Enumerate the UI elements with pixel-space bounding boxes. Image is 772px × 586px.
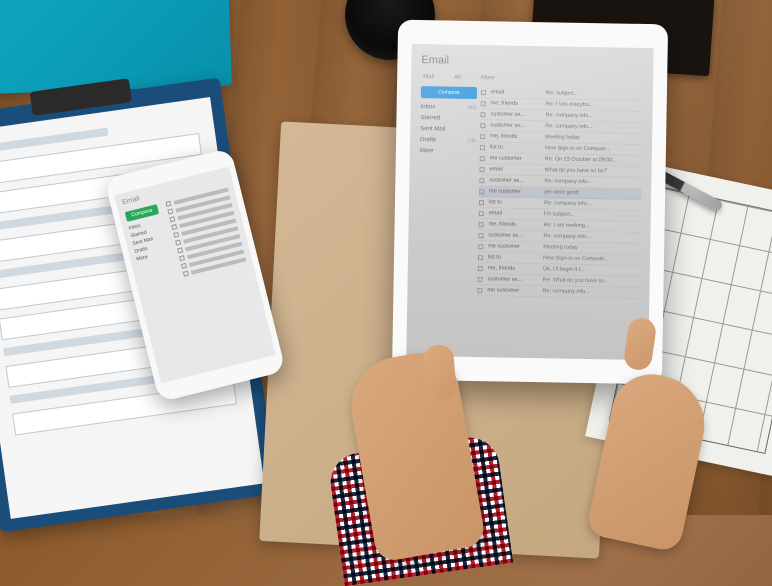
mail-checkbox[interactable] [478,277,483,282]
mail-checkbox[interactable] [478,233,483,238]
mail-checkbox[interactable] [480,167,485,172]
compose-button[interactable]: Compose [421,86,477,99]
mail-sidebar: Compose Inbox(40) Starred Sent Mail Drafts(… [417,86,477,296]
tablet-device: Email Mail All More Compose Inbox(40) Sta… [392,20,668,385]
folder-item[interactable]: Starred [420,115,476,122]
mail-checkbox[interactable] [479,189,484,194]
mail-checkbox[interactable] [478,255,483,260]
mail-checkbox[interactable] [480,134,485,139]
mail-checkbox[interactable] [480,123,485,128]
mail-header: Mail All More [421,74,643,84]
mail-checkbox[interactable] [478,244,483,249]
mail-checkbox[interactable] [481,101,486,106]
mail-checkbox[interactable] [479,178,484,183]
left-thumb [423,344,458,401]
filter-label[interactable]: All [454,75,461,81]
tablet-screen[interactable]: Email Mail All More Compose Inbox(40) Sta… [406,44,653,360]
app-title: Email [421,54,643,70]
mail-checkbox[interactable] [477,288,482,293]
folder-item[interactable]: Inbox(40) [421,104,477,111]
mail-checkbox[interactable] [480,145,485,150]
mail-list[interactable]: emailRe: subject...me, friendsRe: I see … [477,87,643,299]
view-label[interactable]: Mail [423,74,434,80]
mail-checkbox[interactable] [479,211,484,216]
mail-checkbox[interactable] [480,112,485,117]
phone-compose-button[interactable]: Compose [125,204,160,222]
more-label[interactable]: More [481,75,495,81]
mail-checkbox[interactable] [479,222,484,227]
mail-checkbox[interactable] [479,200,484,205]
mail-checkbox[interactable] [478,266,483,271]
folder-item[interactable]: Drafts(16) [420,137,476,144]
folder-item[interactable]: More [420,148,476,155]
mail-checkbox[interactable] [480,156,485,161]
mail-row[interactable]: me customerRe: company info... [477,285,639,299]
folder-item[interactable]: Sent Mail [420,126,476,133]
mail-checkbox[interactable] [481,90,486,95]
